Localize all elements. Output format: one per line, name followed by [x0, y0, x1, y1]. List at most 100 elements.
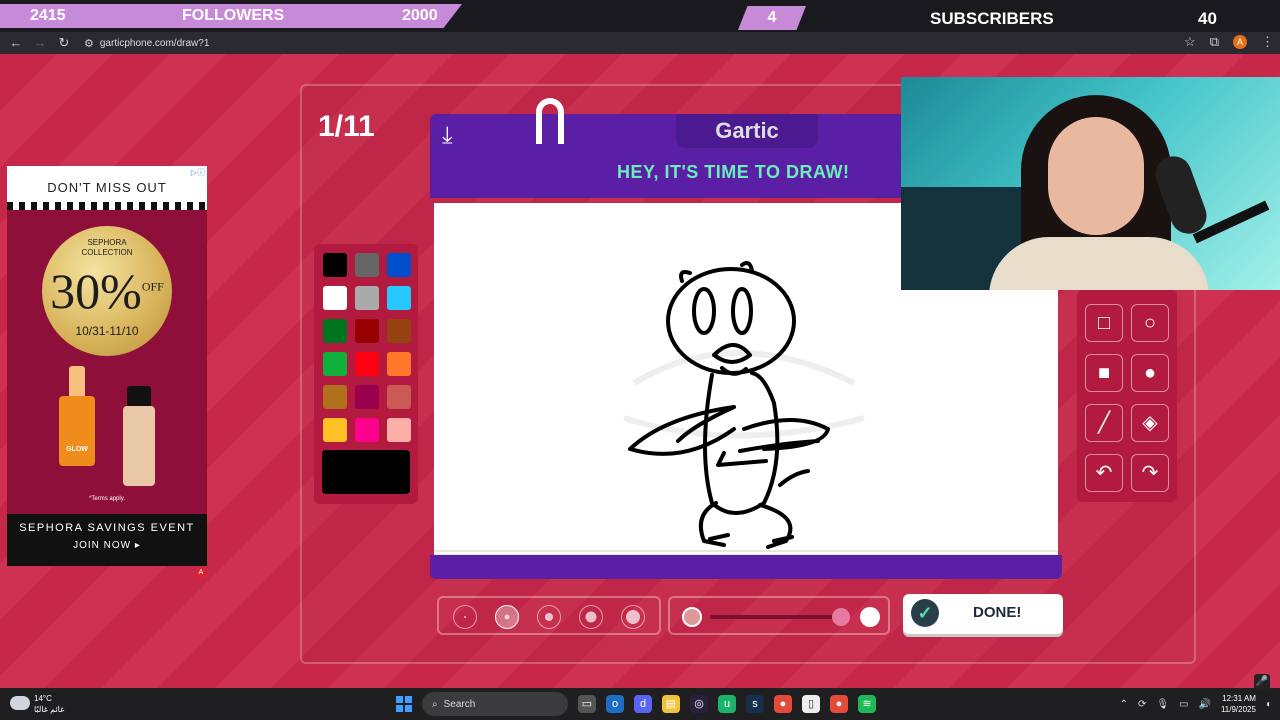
taskbar-search[interactable]: ⌕ Search: [422, 692, 568, 716]
seal-brand: SEPHORA: [87, 238, 127, 247]
webcam-overlay: [901, 77, 1280, 290]
notifications-icon[interactable]: ◐: [1266, 699, 1272, 710]
bookmark-star-icon[interactable]: ☆: [1184, 34, 1196, 50]
discord-icon[interactable]: d: [634, 695, 652, 713]
circle-filled-icon[interactable]: ●: [1131, 354, 1169, 392]
undo-icon[interactable]: ↶: [1085, 454, 1123, 492]
color-swatch[interactable]: [387, 385, 411, 409]
brush-size-option[interactable]: [453, 605, 477, 629]
sync-icon[interactable]: ⟳: [1138, 699, 1146, 710]
brush-size-option[interactable]: [621, 605, 645, 629]
brush-size-option[interactable]: [579, 605, 603, 629]
streamer-face: [1048, 117, 1144, 235]
ad-footer[interactable]: SEPHORA SAVINGS EVENT JOIN NOW ▸: [7, 514, 207, 566]
check-icon: ✓: [911, 599, 939, 627]
color-swatch[interactable]: [355, 253, 379, 277]
faded-watermark-logo: [623, 350, 865, 439]
outlook-icon[interactable]: o: [606, 695, 624, 713]
clock-time: 12:31 AM: [1222, 694, 1256, 703]
dropper-cap: [69, 366, 85, 398]
chrome-icon[interactable]: ●: [774, 695, 792, 713]
weather-condition: غائم غالبًا: [34, 705, 65, 714]
square-outline-icon[interactable]: □: [1085, 304, 1123, 342]
done-button-label: DONE!: [973, 604, 1022, 621]
browser-toolbar: ← → ↻ ⚙ garticphone.com/draw?1 ☆ ⧉ A ⋮: [0, 32, 1280, 54]
color-swatch[interactable]: [323, 319, 347, 343]
opacity-track[interactable]: [710, 615, 845, 619]
site-info-icon[interactable]: ⚙: [84, 37, 94, 50]
redo-icon[interactable]: ↷: [1131, 454, 1169, 492]
color-swatch[interactable]: [355, 385, 379, 409]
color-swatch[interactable]: [323, 286, 347, 310]
done-button[interactable]: ✓ DONE!: [903, 594, 1063, 634]
profile-avatar[interactable]: A: [1233, 35, 1247, 49]
brush-size-option[interactable]: [495, 605, 519, 629]
weather-temperature: 14°C: [34, 694, 52, 703]
back-arrow-icon[interactable]: ←: [8, 35, 24, 51]
microphone-icon[interactable]: 🎙: [1156, 699, 1169, 710]
reload-icon[interactable]: ↻: [56, 35, 72, 51]
color-swatch[interactable]: [387, 253, 411, 277]
browser-menu-icon[interactable]: ⋮: [1261, 34, 1274, 50]
tray-expand-icon[interactable]: ⌃: [1120, 699, 1128, 710]
forward-arrow-icon[interactable]: →: [32, 35, 48, 51]
color-swatch[interactable]: [387, 418, 411, 442]
weather-widget[interactable]: 14°C غائم غالبًا: [10, 692, 70, 716]
color-swatch[interactable]: [355, 352, 379, 376]
streamer-shirt: [989, 237, 1209, 290]
obs-icon[interactable]: ◎: [690, 695, 708, 713]
foundation-bottle: [123, 406, 155, 486]
network-icon[interactable]: ▭: [1179, 699, 1188, 710]
subscribers-goal: 40: [1198, 9, 1217, 28]
color-swatch[interactable]: [355, 286, 379, 310]
current-color-preview: [322, 450, 410, 494]
task-view-icon[interactable]: ▭: [578, 695, 596, 713]
sephora-advertisement[interactable]: DON'T MISS OUT ▷ⓘ SEPHORA COLLECTION 30%O…: [7, 166, 207, 566]
clock-date: 11/9/2025: [1220, 705, 1256, 714]
ad-terms: *Terms apply.: [89, 496, 125, 502]
volume-icon[interactable]: 🔊: [1199, 699, 1211, 710]
spotify-icon[interactable]: ≋: [858, 695, 876, 713]
color-swatch[interactable]: [387, 352, 411, 376]
opacity-max-indicator: [860, 607, 880, 627]
opacity-preview: [682, 607, 702, 627]
cloud-icon: [10, 696, 30, 710]
ad-join-button[interactable]: JOIN NOW ▸: [7, 540, 207, 551]
round-counter: 1/11: [318, 110, 375, 143]
board-clip: [536, 98, 564, 144]
brush-size-option[interactable]: [537, 605, 561, 629]
chrome-active-icon[interactable]: ●: [830, 695, 848, 713]
line-icon[interactable]: ╱: [1085, 404, 1123, 442]
file-explorer-icon[interactable]: ▤: [662, 695, 680, 713]
circle-outline-icon[interactable]: ○: [1131, 304, 1169, 342]
color-swatch[interactable]: [323, 418, 347, 442]
ubisoft-icon[interactable]: u: [718, 695, 736, 713]
opacity-slider[interactable]: [668, 596, 890, 635]
color-swatch[interactable]: [355, 319, 379, 343]
voice-access-icon[interactable]: 🎤: [1254, 674, 1270, 690]
ad-badge-icon[interactable]: A: [196, 568, 206, 578]
system-tray: ⌃ ⟳ 🎙 ▭ 🔊 12:31 AM 11/9/2025 ◐: [1120, 692, 1272, 716]
fill-bucket-icon[interactable]: ◈: [1131, 404, 1169, 442]
extensions-icon[interactable]: ⧉: [1210, 34, 1219, 50]
followers-goal: 2000: [402, 7, 438, 24]
opacity-handle[interactable]: [832, 608, 850, 626]
notes-icon[interactable]: ▯: [802, 695, 820, 713]
steam-icon[interactable]: s: [746, 695, 764, 713]
color-swatch[interactable]: [387, 319, 411, 343]
color-swatch[interactable]: [355, 418, 379, 442]
search-icon: ⌕: [432, 698, 438, 710]
color-swatch[interactable]: [323, 385, 347, 409]
download-icon[interactable]: ⤓: [442, 122, 470, 150]
color-swatch[interactable]: [323, 253, 347, 277]
bear-drawing: [628, 261, 830, 549]
color-swatch[interactable]: [323, 352, 347, 376]
adchoices-icon[interactable]: ▷ⓘ: [191, 167, 205, 178]
system-clock[interactable]: 12:31 AM 11/9/2025: [1221, 693, 1256, 715]
address-bar[interactable]: garticphone.com/draw?1: [100, 38, 210, 49]
windows-start-icon[interactable]: [396, 696, 412, 712]
foundation-cap: [127, 386, 151, 408]
ad-headline: DON'T MISS OUT: [47, 180, 167, 195]
color-swatch[interactable]: [387, 286, 411, 310]
square-filled-icon[interactable]: ■: [1085, 354, 1123, 392]
